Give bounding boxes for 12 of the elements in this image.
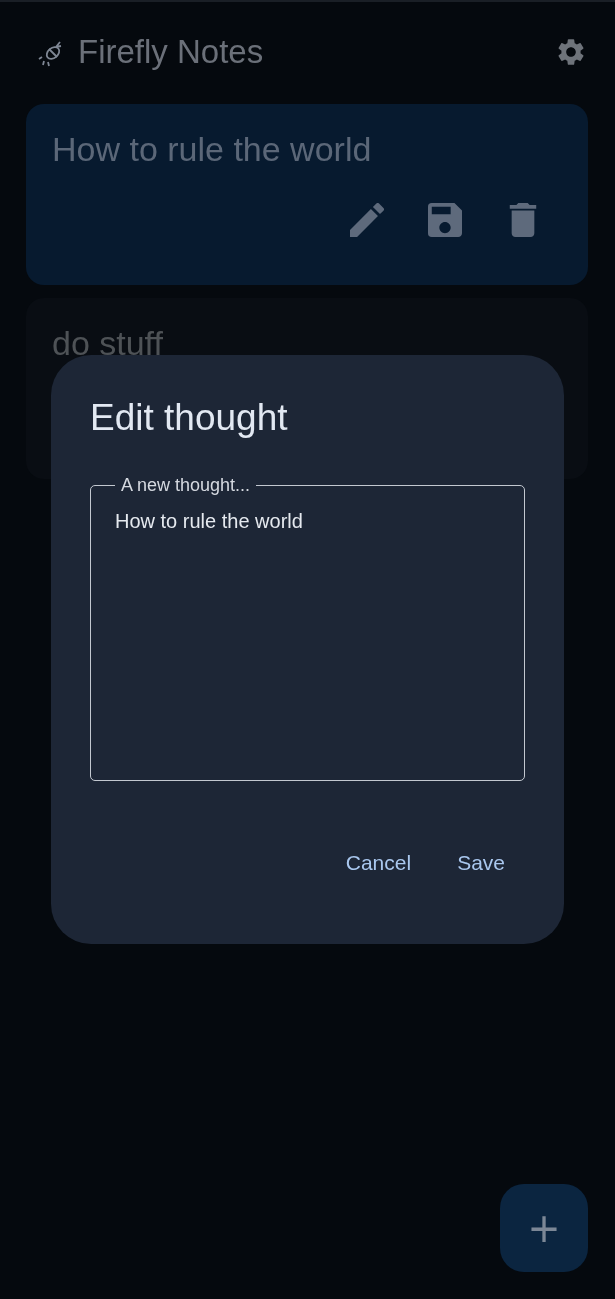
dialog-button[interactable]: Cancel — [331, 841, 426, 885]
note-title: How to rule the world — [52, 130, 372, 169]
note-title: do stuff — [52, 324, 163, 363]
field-label: A new thought... — [120, 475, 252, 496]
edit-icon[interactable] — [350, 203, 384, 237]
dialog-button[interactable]: Save — [443, 841, 519, 885]
save-icon[interactable] — [428, 203, 462, 237]
add-button[interactable]: + — [500, 1184, 588, 1272]
text-field[interactable]: A new thought... How to rule the world — [90, 475, 525, 781]
app-title: Firefly Notes — [78, 33, 265, 71]
dialog-title: Edit thought — [90, 397, 288, 439]
field-value: How to rule the world — [115, 510, 303, 533]
